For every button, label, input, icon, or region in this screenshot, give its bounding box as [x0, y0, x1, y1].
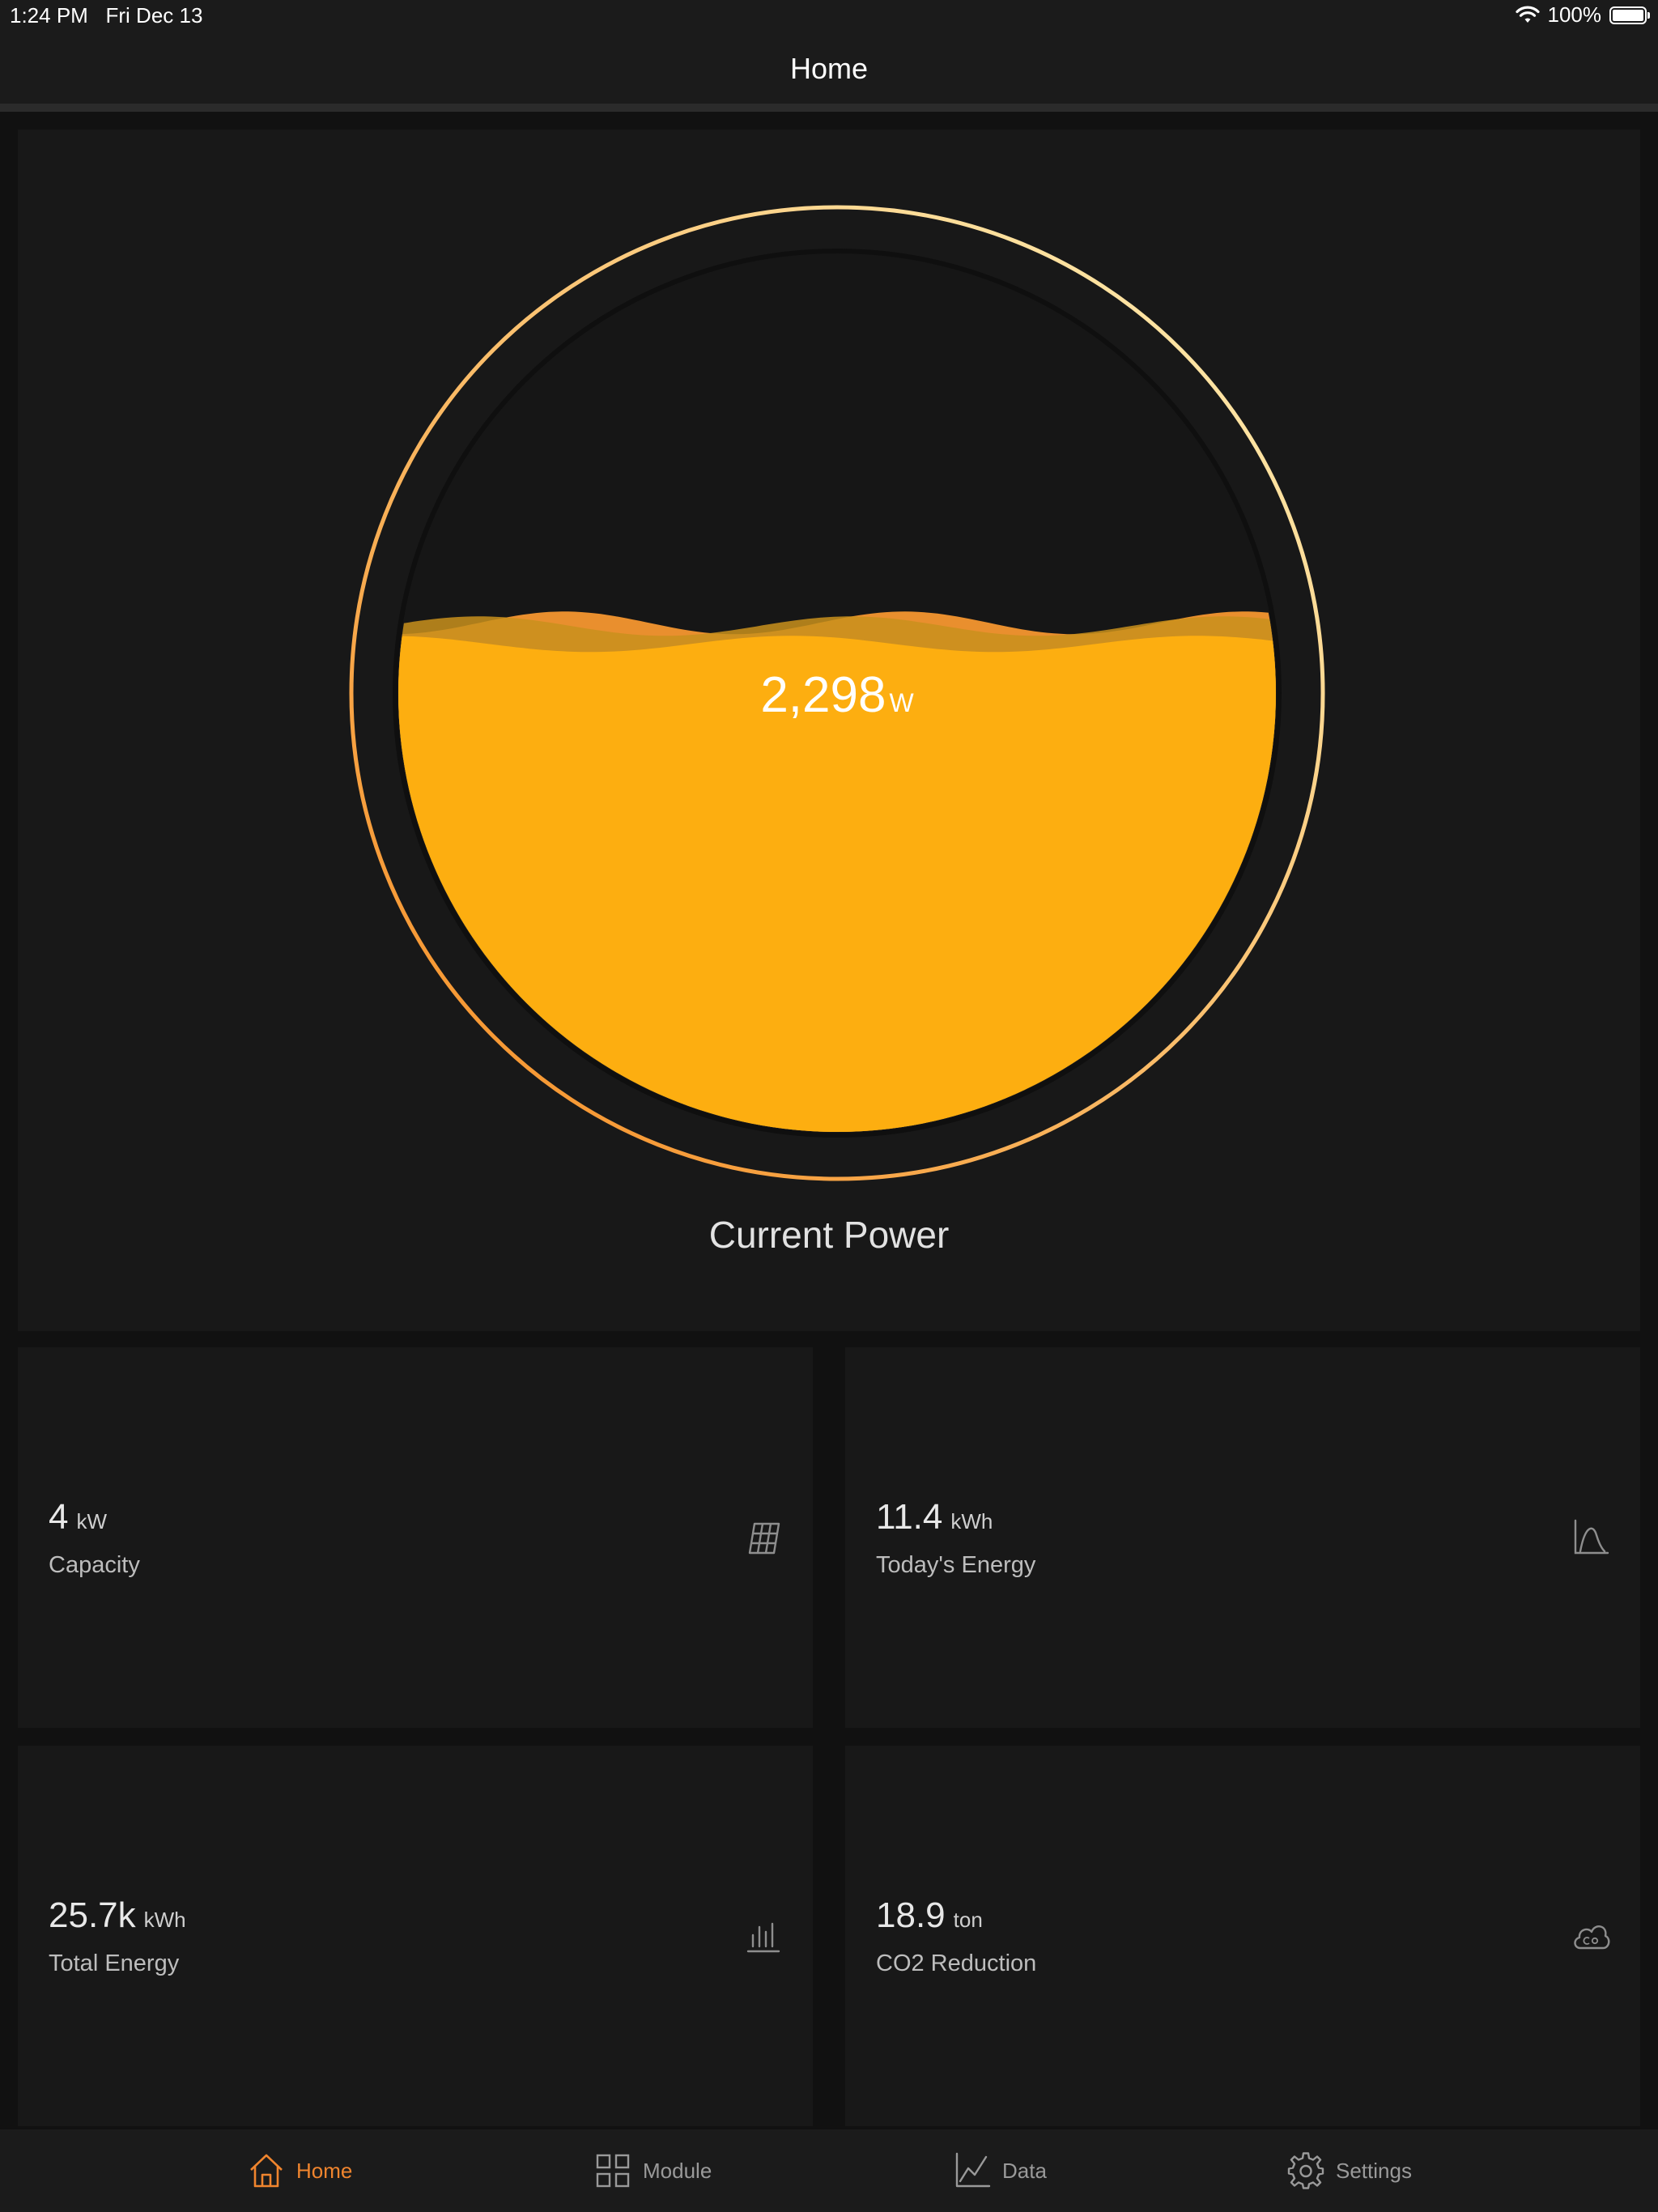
co2-reduction-card[interactable]: 18.9 ton CO2 Reduction: [845, 1746, 1640, 2126]
status-bar: 1:24 PM Fri Dec 13 100%: [0, 0, 1658, 32]
capacity-card[interactable]: 4 kW Capacity: [18, 1347, 813, 1728]
tab-settings-label: Settings: [1336, 2158, 1412, 2183]
current-power-label: Current Power: [708, 1214, 950, 1256]
co2-cloud-icon: [1574, 1925, 1610, 1950]
tab-data[interactable]: Data: [954, 2129, 1047, 2212]
status-date-text: Fri Dec 13: [105, 3, 203, 28]
navigation-bar: Home: [0, 32, 1658, 104]
solar-panel-icon: [748, 1522, 780, 1555]
current-power-card: 2,298 W Current Power: [18, 130, 1640, 1331]
todays-energy-value-row: 11.4 kWh: [876, 1497, 1035, 1538]
todays-energy-value: 11.4: [876, 1496, 943, 1537]
battery-percent: 100%: [1547, 2, 1602, 27]
home-icon: [250, 2154, 283, 2188]
tab-home-label: Home: [296, 2158, 353, 2183]
gear-icon: [1287, 2152, 1324, 2189]
page-title: Home: [789, 52, 869, 85]
wifi-icon: [1515, 6, 1540, 23]
current-power-unit: W: [889, 688, 914, 717]
capacity-value: 4: [49, 1496, 69, 1537]
co2-reduction-value: 18.9: [876, 1895, 946, 1935]
co2-reduction-unit: ton: [953, 1907, 983, 1932]
co2-reduction-value-row: 18.9 ton: [876, 1895, 1036, 1936]
nav-divider: [0, 104, 1658, 112]
grid-icon: [596, 2154, 630, 2188]
todays-energy-unit: kWh: [950, 1508, 993, 1534]
curve-chart-icon: [1574, 1519, 1609, 1555]
total-energy-content: 25.7k kWh Total Energy: [49, 1746, 186, 2126]
total-energy-value: 25.7k: [49, 1895, 136, 1935]
tab-bar: Home Module Data Settings: [0, 2129, 1658, 2212]
todays-energy-content: 11.4 kWh Today's Energy: [876, 1347, 1035, 1728]
battery-level: [1613, 9, 1643, 21]
capacity-value-row: 4 kW: [49, 1497, 140, 1538]
line-chart-icon: [955, 2152, 991, 2188]
tab-data-label: Data: [1002, 2158, 1047, 2183]
tab-home[interactable]: Home: [248, 2129, 352, 2212]
co2-reduction-label: CO2 Reduction: [876, 1950, 1037, 1976]
total-energy-label: Total Energy: [49, 1950, 180, 1976]
status-right: 100%: [1515, 2, 1650, 28]
capacity-content: 4 kW Capacity: [49, 1347, 140, 1728]
total-energy-unit: kWh: [143, 1907, 186, 1932]
home-screen: 1:24 PM Fri Dec 13 100% Home 2,298 W Cur…: [0, 0, 1658, 2212]
tab-module-label: Module: [643, 2158, 712, 2183]
tab-module[interactable]: Module: [594, 2129, 712, 2212]
tab-settings[interactable]: Settings: [1287, 2129, 1412, 2212]
current-power-gauge: 2,298 W: [349, 205, 1325, 1181]
co2-reduction-content: 18.9 ton CO2 Reduction: [876, 1746, 1036, 2126]
current-power-number: 2,298: [760, 667, 886, 723]
battery-icon: [1609, 6, 1650, 24]
todays-energy-card[interactable]: 11.4 kWh Today's Energy: [845, 1347, 1640, 1728]
total-energy-card[interactable]: 25.7k kWh Total Energy: [18, 1746, 813, 2126]
capacity-unit: kW: [76, 1508, 108, 1534]
todays-energy-label: Today's Energy: [876, 1551, 1036, 1578]
status-time-text: 1:24 PM: [10, 3, 88, 28]
capacity-label: Capacity: [49, 1551, 140, 1578]
status-time: 1:24 PM Fri Dec 13: [10, 3, 202, 28]
bar-chart-icon: [746, 1922, 780, 1953]
total-energy-value-row: 25.7k kWh: [49, 1895, 186, 1936]
